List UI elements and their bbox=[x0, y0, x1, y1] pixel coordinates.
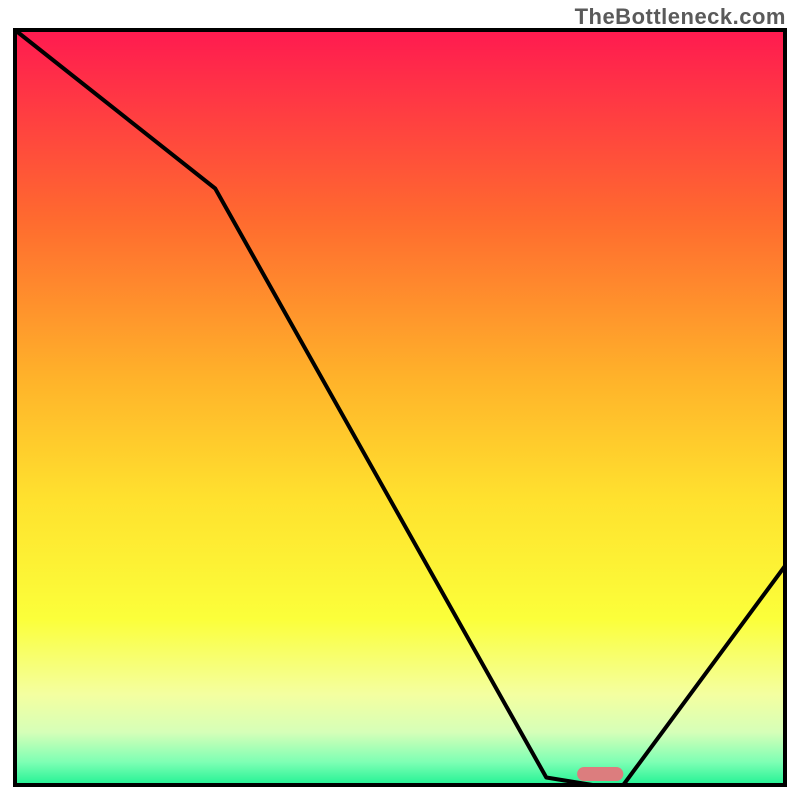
optimal-marker bbox=[577, 767, 623, 781]
bottleneck-chart bbox=[0, 0, 800, 800]
chart-container: TheBottleneck.com bbox=[0, 0, 800, 800]
watermark-text: TheBottleneck.com bbox=[575, 4, 786, 30]
chart-background bbox=[15, 30, 785, 785]
